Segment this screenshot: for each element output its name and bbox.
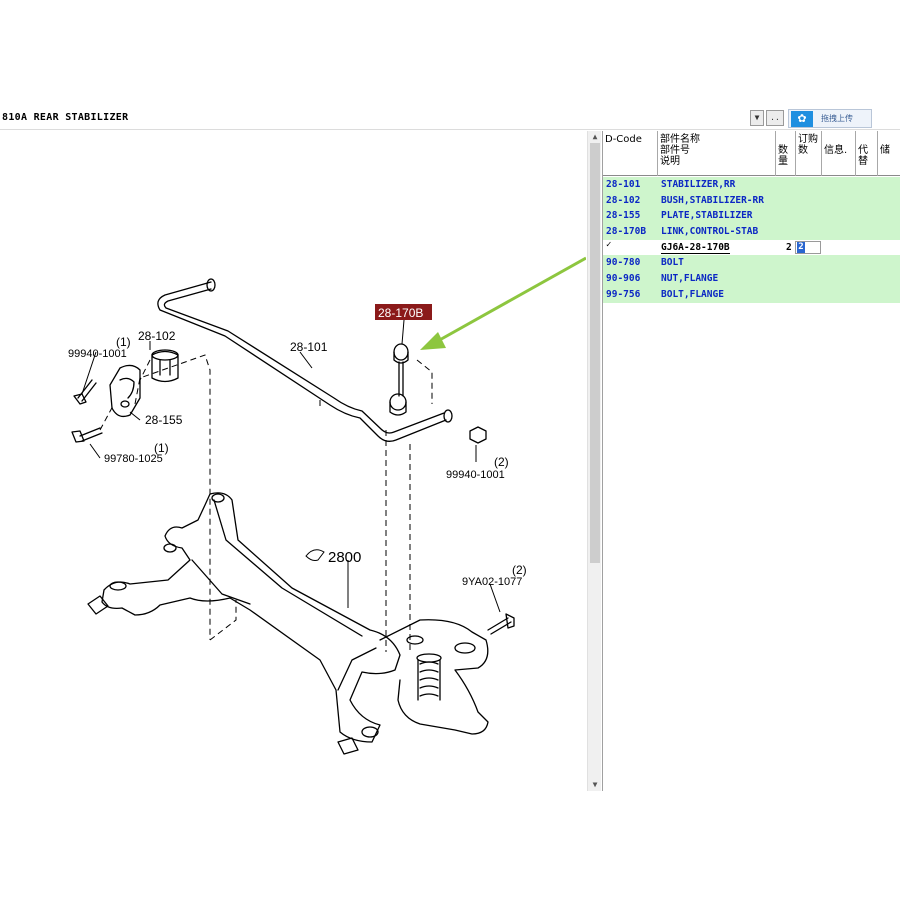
label-qty-99940-left: (1)	[116, 335, 131, 349]
label-9ya02: 9YA02-1077	[462, 576, 522, 588]
header-dcode[interactable]: D-Code	[603, 131, 658, 176]
label-qty-99940-right: (2)	[494, 455, 509, 469]
diagram-scrollbar[interactable]: ▲ ▼	[587, 131, 601, 791]
label-99780: 99780-1025	[104, 453, 163, 465]
table-row[interactable]: 28-101 STABILIZER,RR	[603, 177, 900, 193]
header-extra[interactable]: 储	[878, 131, 900, 176]
header-replace[interactable]: 代替	[856, 131, 878, 176]
assembly-mark-icon	[305, 549, 325, 561]
scroll-up-icon[interactable]: ▲	[588, 131, 602, 143]
header-name-line1: 部件名称	[660, 134, 700, 145]
row-dcode: 28-102	[606, 194, 641, 206]
highlight-label: 28-170B	[378, 306, 423, 320]
label-99940-right: 99940-1001	[446, 469, 505, 481]
bolt-left-bottom-drawing	[71, 427, 103, 443]
scroll-thumb[interactable]	[590, 143, 600, 563]
parts-table-header: D-Code 部件名称 部件号 说明 数量 订购数 信息. 代替 储	[603, 131, 900, 176]
plate-drawing	[109, 364, 141, 418]
table-row[interactable]: 28-170B LINK,CONTROL-STAB	[603, 224, 900, 240]
table-row[interactable]: 28-102 BUSH,STABILIZER-RR	[603, 192, 900, 209]
label-28-102: 28-102	[138, 329, 176, 343]
header-name-line2: 部件号	[660, 145, 690, 156]
row-dcode: 90-780	[606, 257, 641, 269]
header-info[interactable]: 信息.	[822, 131, 856, 176]
green-pointer-arrow	[420, 256, 586, 350]
parts-table: D-Code 部件名称 部件号 说明 数量 订购数 信息. 代替 储 28-10…	[602, 131, 900, 791]
row-dcode: 90-906	[606, 273, 641, 285]
label-qty-9ya02: (2)	[512, 563, 527, 577]
upload-button[interactable]: ✿ 拖拽上传	[788, 109, 872, 128]
header-name-line3: 说明	[660, 156, 680, 167]
row-name: NUT,FLANGE	[661, 273, 719, 285]
control-link-drawing	[389, 343, 409, 416]
row-dcode: 99-756	[606, 288, 641, 300]
exploded-view-drawing: 28-170B 28-102 28-101 28-155 2800 (1) 99…	[68, 256, 586, 755]
table-row[interactable]: 28-155 PLATE,STABILIZER	[603, 208, 900, 225]
label-99940-left: 99940-1001	[68, 348, 127, 360]
selected-part-row[interactable]: ✓ GJ6A-28-170B 2 2	[603, 239, 900, 256]
order-qty-input[interactable]: 2	[795, 240, 821, 254]
table-row[interactable]: 90-906 NUT,FLANGE	[603, 271, 900, 287]
label-28-101: 28-101	[290, 340, 328, 354]
dashed-guides	[99, 354, 433, 652]
table-row[interactable]: 90-780 BOLT	[603, 255, 900, 272]
table-row[interactable]: 99-756 BOLT,FLANGE	[603, 286, 900, 303]
row-name: BOLT,FLANGE	[661, 288, 724, 300]
order-qty-value: 2	[797, 241, 805, 253]
parts-diagram[interactable]: 28-170B 28-102 28-101 28-155 2800 (1) 99…	[0, 131, 586, 791]
part-number-link[interactable]: GJ6A-28-170B	[661, 242, 730, 254]
row-name: BUSH,STABILIZER-RR	[661, 194, 764, 206]
header-order-qty[interactable]: 订购数	[796, 131, 822, 176]
cloud-upload-icon: ✿	[791, 111, 813, 127]
parts-rows: 28-101 STABILIZER,RR 28-102 BUSH,STABILI…	[603, 177, 900, 303]
row-dcode: 28-170B	[606, 226, 647, 238]
label-2800: 2800	[328, 549, 361, 566]
title-bar: 810A REAR STABILIZER ▼ .. ✿ 拖拽上传	[0, 108, 900, 130]
nut-right-drawing	[469, 426, 487, 444]
row-checkbox[interactable]: ✓	[606, 240, 611, 250]
row-name: STABILIZER,RR	[661, 179, 736, 190]
upload-button-label: 拖拽上传	[821, 114, 853, 123]
more-button[interactable]: ..	[766, 110, 784, 126]
row-dcode: 28-101	[606, 179, 641, 190]
row-name: LINK,CONTROL-STAB	[661, 226, 759, 238]
row-dcode: 28-155	[606, 210, 641, 222]
dropdown-button[interactable]: ▼	[750, 110, 764, 126]
header-qty[interactable]: 数量	[776, 131, 796, 176]
title-separator	[0, 129, 900, 130]
row-name: PLATE,STABILIZER	[661, 210, 753, 222]
header-name[interactable]: 部件名称 部件号 说明	[658, 131, 776, 176]
scroll-down-icon[interactable]: ▼	[588, 779, 602, 791]
callout-leaders	[81, 319, 501, 613]
page-title: 810A REAR STABILIZER	[2, 112, 129, 123]
bolt-9ya02-drawing	[487, 613, 515, 635]
row-name: BOLT	[661, 257, 684, 269]
crossmember-drawing	[87, 492, 489, 755]
label-28-155: 28-155	[145, 413, 183, 427]
row-qty: 2	[786, 241, 792, 253]
